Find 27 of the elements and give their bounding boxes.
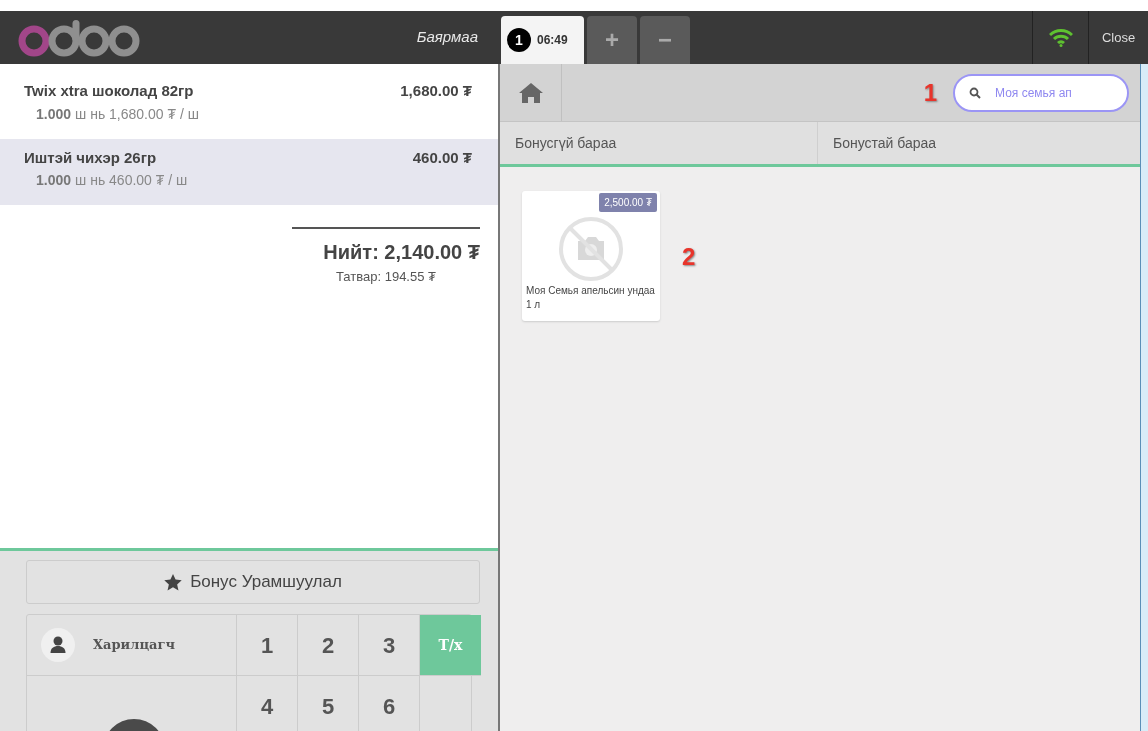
numpad-key[interactable]: 6	[359, 676, 420, 731]
order-total: Нийт: 2,140.00 ₮	[323, 240, 480, 265]
tax-amount: Татвар: 194.55 ₮	[336, 268, 436, 286]
annotation-number: 1	[923, 77, 937, 108]
category-button[interactable]: Бонусгүй бараа	[500, 122, 818, 164]
annotation-number: 2	[682, 242, 696, 272]
remove-order-button[interactable]: −	[640, 16, 690, 64]
numpad-key[interactable]: 1	[237, 615, 298, 676]
add-order-button[interactable]: +	[587, 16, 637, 64]
home-icon	[517, 81, 544, 104]
scrollbar[interactable]	[1140, 64, 1148, 731]
product-card[interactable]: 2,500.00 ₮ Моя Семья апельсин ундаа 1 л	[522, 191, 660, 321]
numpad-key[interactable]: 5	[298, 676, 359, 731]
close-button[interactable]: Close	[1101, 27, 1136, 48]
bonus-button[interactable]: Бонус Урамшуулал	[26, 560, 480, 604]
no-image-icon	[558, 216, 624, 282]
numpad-key[interactable]: 2	[298, 615, 359, 676]
numpad-key[interactable]: 4	[237, 676, 298, 731]
price-tag: 2,500.00 ₮	[599, 193, 657, 212]
customer-button[interactable]: Харилцагч	[27, 615, 237, 676]
order-tab[interactable]: 1 06:49	[501, 16, 584, 64]
wifi-icon[interactable]	[1048, 28, 1073, 47]
search-field[interactable]: Моя семья ап	[953, 73, 1129, 112]
category-button[interactable]: Бонустай бараа	[818, 122, 1136, 164]
person-icon	[41, 628, 75, 662]
star-icon	[164, 573, 183, 591]
cashier-name[interactable]: Баярмаа	[416, 26, 478, 49]
